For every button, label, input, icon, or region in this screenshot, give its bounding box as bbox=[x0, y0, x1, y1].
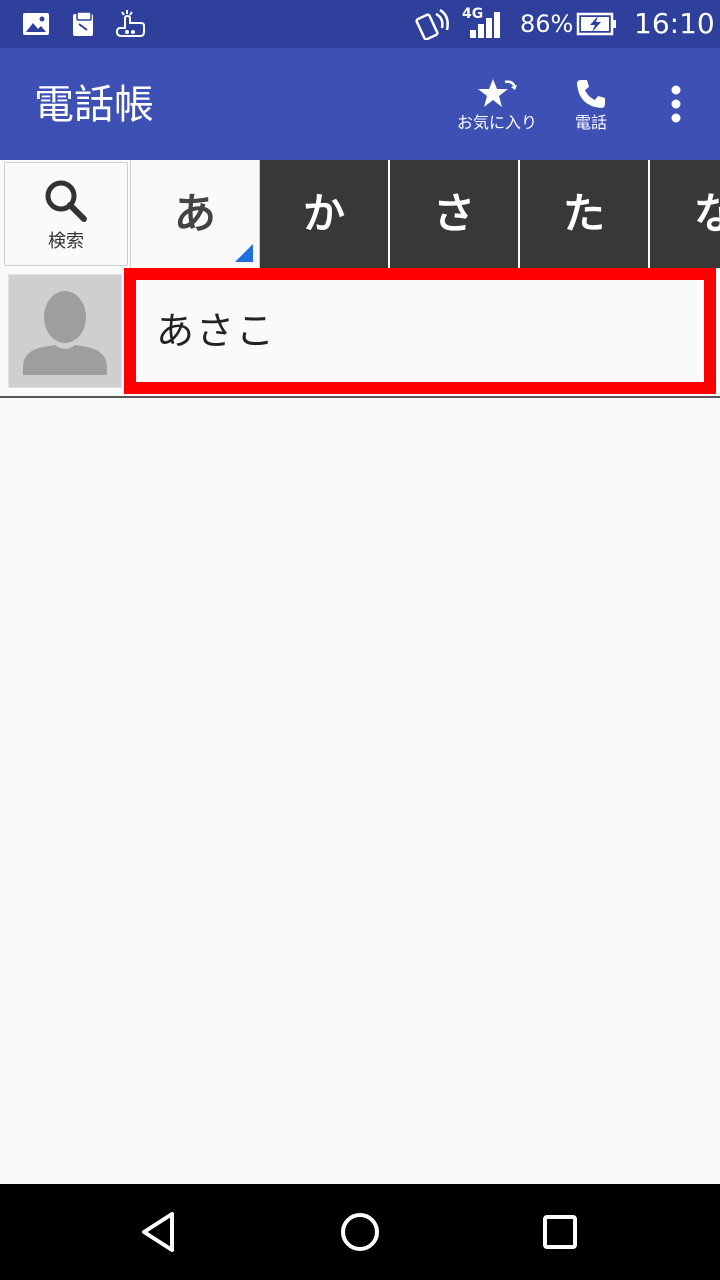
divider bbox=[0, 396, 720, 398]
recent-apps-icon[interactable] bbox=[536, 1208, 584, 1256]
selected-marker-icon bbox=[235, 244, 253, 262]
tab-sa-label: さ bbox=[432, 189, 475, 238]
phone-label: 電話 bbox=[574, 113, 607, 132]
clock: 16:10 bbox=[634, 7, 715, 40]
gallery-icon bbox=[23, 13, 49, 35]
search-button[interactable]: 検索 bbox=[4, 162, 128, 266]
battery-charging-icon bbox=[576, 12, 616, 36]
avatar bbox=[8, 274, 122, 388]
status-bar: 4G 86% 16:10 bbox=[0, 0, 720, 48]
contact-name-cell[interactable]: あさこ bbox=[124, 268, 716, 394]
tab-ka[interactable]: か bbox=[260, 160, 388, 268]
favorites-label: お気に入り bbox=[456, 113, 537, 132]
favorites-button[interactable]: お気に入り bbox=[452, 76, 542, 140]
home-icon[interactable] bbox=[336, 1208, 384, 1256]
phone-button[interactable]: 電話 bbox=[546, 76, 636, 140]
notes-icon bbox=[73, 11, 93, 36]
tab-sa[interactable]: さ bbox=[390, 160, 518, 268]
navigation-bar bbox=[0, 1184, 720, 1280]
kana-index-bar: 検索 あ か さ た な bbox=[0, 160, 720, 268]
page-title: 電話帳 bbox=[34, 82, 154, 128]
back-icon[interactable] bbox=[136, 1208, 184, 1256]
signal-icon bbox=[470, 12, 500, 38]
tab-a[interactable]: あ bbox=[130, 160, 260, 268]
wireless-charging-icon bbox=[415, 8, 449, 40]
phone-icon bbox=[577, 80, 605, 108]
touch-hand-icon bbox=[115, 10, 145, 37]
tab-ta-label: た bbox=[562, 189, 605, 238]
contact-name: あさこ bbox=[156, 309, 277, 353]
tab-ka-label: か bbox=[302, 189, 345, 238]
favorite-star-icon bbox=[478, 79, 517, 107]
person-placeholder-icon bbox=[23, 291, 107, 375]
battery-percent: 86% bbox=[520, 10, 574, 38]
tab-na[interactable]: な bbox=[650, 160, 720, 268]
tab-ta[interactable]: た bbox=[520, 160, 648, 268]
list-item[interactable]: あさこ bbox=[0, 268, 720, 396]
tab-a-label: あ bbox=[173, 189, 216, 238]
tab-na-label: な bbox=[694, 189, 720, 238]
more-options-icon[interactable] bbox=[656, 82, 696, 126]
search-label: 検索 bbox=[48, 231, 84, 252]
search-icon bbox=[45, 180, 87, 222]
app-bar: 電話帳 お気に入り 電話 bbox=[0, 48, 720, 160]
